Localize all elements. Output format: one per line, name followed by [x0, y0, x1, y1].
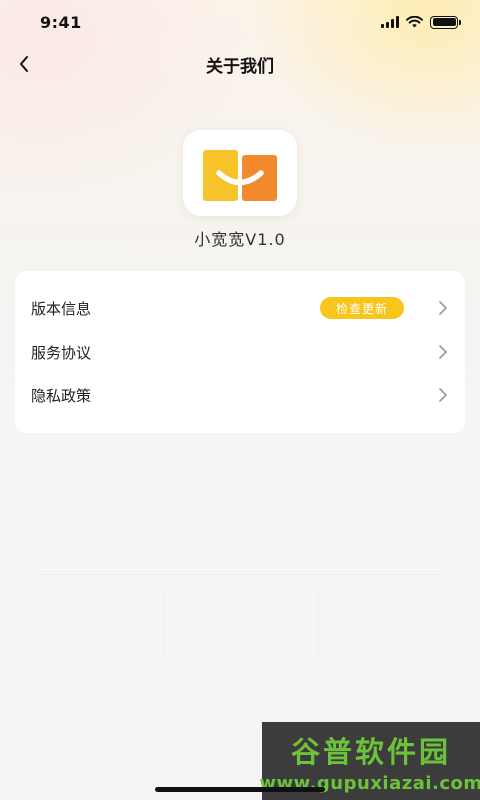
app-name-version: 小宽宽V1.0: [194, 230, 286, 249]
home-indicator: [155, 787, 325, 792]
row-service-agreement[interactable]: 服务协议: [15, 332, 465, 372]
chevron-right-icon: [439, 388, 447, 402]
watermark-title: 谷普软件园: [290, 734, 451, 769]
divider: [164, 590, 165, 656]
chevron-right-icon: [439, 345, 447, 359]
page-title: 关于我们: [206, 56, 274, 77]
settings-card: 版本信息 检查更新 服务协议 隐私政策: [15, 271, 465, 433]
row-label: 服务协议: [31, 343, 92, 362]
cellular-signal-icon: [381, 16, 399, 28]
app-logo-icon: [183, 130, 297, 216]
status-icons: [381, 15, 461, 29]
row-label: 版本信息: [31, 299, 92, 318]
row-version-info[interactable]: 版本信息 检查更新: [15, 288, 465, 328]
divider: [318, 590, 319, 656]
chevron-left-icon: [20, 56, 28, 72]
nav-bar: 关于我们: [0, 44, 480, 84]
chevron-right-icon: [439, 301, 447, 315]
check-update-badge[interactable]: 检查更新: [320, 297, 404, 319]
row-label: 隐私政策: [31, 386, 92, 405]
row-privacy-policy[interactable]: 隐私政策: [15, 375, 465, 415]
status-time: 9:41: [40, 12, 82, 32]
battery-icon: [430, 15, 461, 29]
status-bar: 9:41: [0, 0, 480, 44]
divider: [40, 574, 440, 575]
back-button[interactable]: [6, 44, 42, 84]
wifi-icon: [406, 16, 423, 28]
